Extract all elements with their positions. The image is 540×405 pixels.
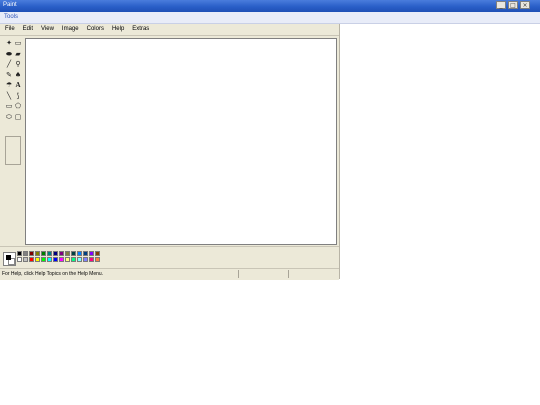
menu-colors[interactable]: Colors — [82, 24, 107, 35]
color-swatch[interactable] — [53, 251, 58, 256]
color-swatch[interactable] — [95, 251, 100, 256]
color-swatch[interactable] — [23, 251, 28, 256]
magnifier-icon: ⚲ — [15, 60, 21, 68]
text-icon: A — [15, 81, 21, 89]
close-button[interactable]: × — [520, 1, 530, 9]
polygon-tool[interactable]: ⬠ — [13, 101, 23, 111]
menu-help[interactable]: Help — [107, 24, 127, 35]
menu-bar: File Edit View Image Colors Help Extras — [0, 24, 339, 36]
color-swatch[interactable] — [83, 257, 88, 262]
pick-color-icon: ╱ — [6, 60, 12, 68]
brush-tool[interactable]: ♠ — [13, 70, 23, 80]
line-icon: ╲ — [6, 92, 12, 100]
tools-menu[interactable]: Tools — [4, 14, 18, 20]
color-swatch[interactable] — [65, 257, 70, 262]
color-swatch[interactable] — [89, 251, 94, 256]
fill-tool[interactable]: ▰ — [13, 49, 23, 59]
title-bar: Paint _ □ × — [0, 0, 540, 12]
rounded-rectangle-tool[interactable]: ▢ — [13, 112, 23, 122]
color-swatch[interactable] — [47, 251, 52, 256]
color-swatch[interactable] — [53, 257, 58, 262]
color-swatch[interactable] — [77, 251, 82, 256]
status-size — [288, 270, 337, 278]
brush-icon: ♠ — [14, 71, 22, 79]
maximize-button[interactable]: □ — [508, 1, 518, 9]
color-swatch[interactable] — [95, 257, 100, 262]
color-swatch[interactable] — [29, 251, 34, 256]
status-text: For Help, click Help Topics on the Help … — [2, 271, 104, 277]
polygon-icon: ⬠ — [14, 102, 22, 110]
status-bar: For Help, click Help Topics on the Help … — [0, 268, 339, 280]
color-swatch[interactable] — [59, 251, 64, 256]
menu-extras[interactable]: Extras — [127, 24, 152, 35]
free-form-select-icon: ✦ — [6, 39, 12, 47]
window-title: Paint — [3, 2, 17, 8]
menu-file[interactable]: File — [0, 24, 18, 35]
pencil-icon: ✎ — [6, 71, 12, 79]
select-icon: ▭ — [14, 39, 22, 47]
color-swatch[interactable] — [35, 251, 40, 256]
ellipse-icon: ⬭ — [6, 112, 12, 121]
select-tool[interactable]: ▭ — [13, 38, 23, 48]
eraser-icon: ⬬ — [6, 49, 12, 58]
color-swatch[interactable] — [59, 257, 64, 262]
color-swatch[interactable] — [89, 257, 94, 262]
curve-icon: ⟆ — [16, 92, 20, 100]
color-swatch[interactable] — [65, 251, 70, 256]
foreground-color — [6, 255, 11, 260]
minimize-button[interactable]: _ — [496, 1, 506, 9]
color-palette — [0, 246, 339, 269]
menu-view[interactable]: View — [36, 24, 57, 35]
menu-edit[interactable]: Edit — [18, 24, 36, 35]
color-swatch[interactable] — [71, 251, 76, 256]
color-swatch[interactable] — [29, 257, 34, 262]
color-swatch[interactable] — [35, 257, 40, 262]
toolbox: ✦ ▭ ⬬ ▰ ╱ ⚲ ✎ ♠ ☂ A ╲ ⟆ ▭ ⬠ ⬭ ▢ — [1, 37, 24, 245]
color-swatches — [17, 251, 100, 262]
airbrush-icon: ☂ — [5, 81, 13, 89]
color-swatch[interactable] — [47, 257, 52, 262]
rectangle-icon: ▭ — [5, 102, 13, 110]
status-coordinates — [238, 270, 287, 278]
color-swatch[interactable] — [41, 257, 46, 262]
color-swatch[interactable] — [23, 257, 28, 262]
curve-tool[interactable]: ⟆ — [13, 91, 23, 101]
rounded-rectangle-icon: ▢ — [14, 113, 22, 121]
color-swatch[interactable] — [83, 251, 88, 256]
drawing-canvas[interactable] — [25, 38, 337, 245]
color-swatch[interactable] — [41, 251, 46, 256]
tools-bar: Tools — [0, 12, 540, 24]
magnifier-tool[interactable]: ⚲ — [13, 59, 23, 69]
fill-icon: ▰ — [15, 50, 21, 58]
text-tool[interactable]: A — [13, 80, 23, 90]
color-swatch[interactable] — [17, 257, 22, 262]
color-swatch[interactable] — [77, 257, 82, 262]
tool-options-box[interactable] — [5, 136, 21, 165]
color-swatch[interactable] — [17, 251, 22, 256]
menu-image[interactable]: Image — [57, 24, 82, 35]
color-swatch[interactable] — [71, 257, 76, 262]
paint-window: File Edit View Image Colors Help Extras … — [0, 24, 340, 280]
current-colors — [3, 252, 16, 266]
